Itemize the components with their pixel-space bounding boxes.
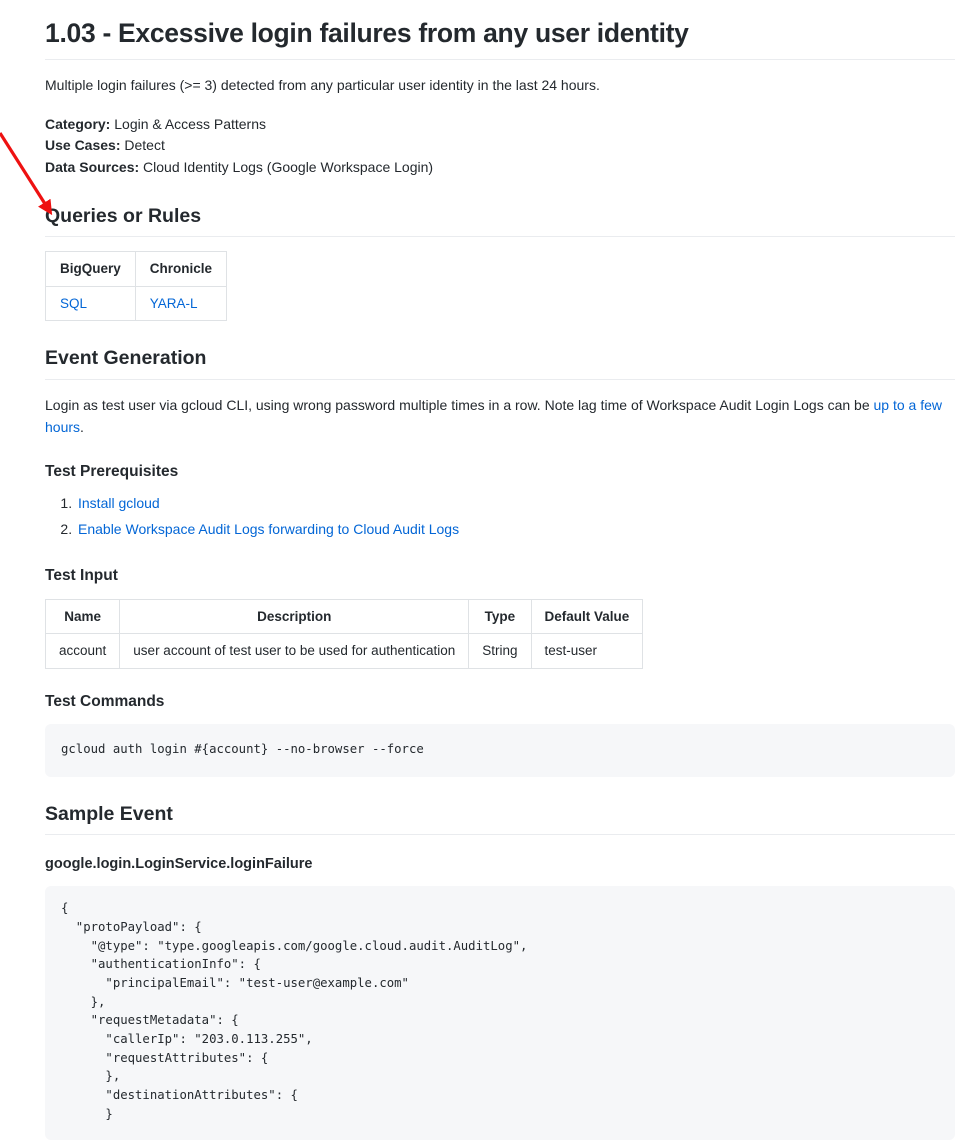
- table-row: SQL YARA-L: [45, 285, 228, 322]
- metadata-category-label: Category:: [45, 115, 111, 132]
- test-command-code-block[interactable]: gcloud auth login #{account} --no-browse…: [45, 724, 955, 777]
- column-header-bigquery: BigQuery: [45, 251, 136, 287]
- cell-bigquery-query: SQL: [45, 285, 136, 322]
- sample-event-name: google.login.LoginService.loginFailure: [45, 856, 313, 873]
- metadata-category: Category: Login & Access Patterns: [45, 114, 955, 136]
- column-header-default-value: Default Value: [530, 598, 644, 635]
- section-heading-queries-or-rules: Queries or Rules: [45, 204, 955, 238]
- column-header-type: Type: [468, 598, 532, 635]
- document-page: 1.03 - Excessive login failures from any…: [0, 17, 969, 1140]
- metadata-data-sources: Data Sources: Cloud Identity Logs (Googl…: [45, 157, 955, 179]
- test-input-table: Name Description Type Default Value acco…: [44, 598, 644, 669]
- queries-table: BigQuery Chronicle SQL YARA-L: [45, 251, 228, 322]
- metadata-data-sources-value: Cloud Identity Logs (Google Workspace Lo…: [139, 159, 434, 176]
- table-row: account user account of test user to be …: [44, 633, 644, 669]
- section-heading-sample-event: Sample Event: [45, 802, 955, 836]
- sample-event-json-code-block[interactable]: { "protoPayload": { "@type": "type.googl…: [45, 886, 955, 1140]
- metadata-use-cases-label: Use Cases:: [45, 137, 121, 154]
- link-sql[interactable]: SQL: [60, 296, 87, 311]
- table-header-row: Name Description Type Default Value: [44, 598, 644, 635]
- link-enable-workspace-audit-logs[interactable]: Enable Workspace Audit Logs forwarding t…: [78, 521, 459, 537]
- subheading-test-input: Test Input: [45, 567, 118, 585]
- cell-input-description: user account of test user to be used for…: [119, 633, 470, 669]
- event-generation-intro: Login as test user via gcloud CLI, using…: [45, 394, 955, 439]
- column-header-chronicle: Chronicle: [134, 251, 228, 287]
- event-generation-intro-tail: .: [80, 419, 84, 436]
- list-item: Install gcloud: [76, 491, 955, 517]
- document-description: Multiple login failures (>= 3) detected …: [45, 77, 600, 94]
- column-header-name: Name: [44, 598, 121, 635]
- metadata-use-cases: Use Cases: Detect: [45, 135, 955, 157]
- cell-input-default-value: test-user: [530, 633, 644, 669]
- metadata-use-cases-value: Detect: [120, 137, 165, 154]
- page-title: 1.03 - Excessive login failures from any…: [45, 17, 955, 61]
- metadata-data-sources-label: Data Sources:: [45, 159, 140, 176]
- metadata-category-value: Login & Access Patterns: [110, 115, 266, 132]
- subheading-test-commands: Test Commands: [45, 692, 165, 710]
- link-yara-l[interactable]: YARA-L: [150, 296, 198, 311]
- test-prerequisites-list: Install gcloud Enable Workspace Audit Lo…: [45, 491, 955, 543]
- cell-input-name: account: [44, 633, 121, 669]
- column-header-description: Description: [119, 598, 470, 635]
- table-header-row: BigQuery Chronicle: [45, 251, 228, 287]
- cell-input-type: String: [468, 633, 532, 669]
- link-install-gcloud[interactable]: Install gcloud: [78, 495, 160, 511]
- cell-chronicle-rule: YARA-L: [134, 285, 228, 322]
- list-item: Enable Workspace Audit Logs forwarding t…: [76, 517, 955, 543]
- subheading-test-prerequisites: Test Prerequisites: [45, 463, 179, 481]
- event-generation-intro-text: Login as test user via gcloud CLI, using…: [45, 396, 874, 413]
- section-heading-event-generation: Event Generation: [45, 346, 955, 380]
